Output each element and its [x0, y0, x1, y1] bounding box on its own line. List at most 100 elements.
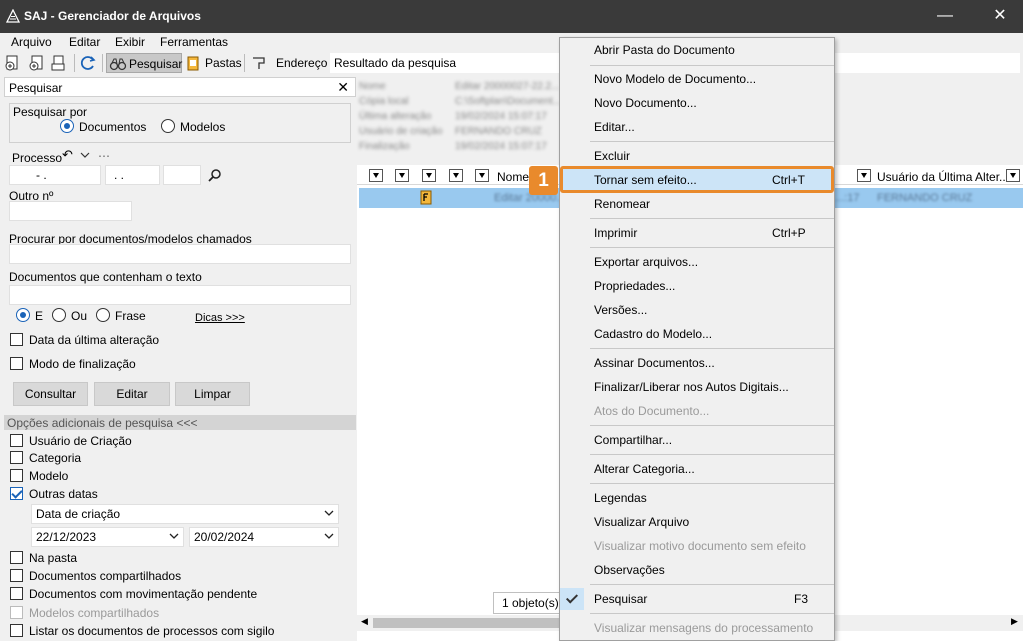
last-change-checkbox[interactable] [10, 333, 23, 346]
prop-value: FERNANDO CRUZ [455, 126, 542, 137]
usuario-criacao-checkbox[interactable] [10, 434, 23, 447]
radio-modelos[interactable] [161, 119, 175, 133]
menu-item-cadastro-modelo[interactable]: Cadastro do Modelo... [560, 323, 834, 345]
categoria-checkbox[interactable] [10, 451, 23, 464]
column-filter-dropdown[interactable] [369, 169, 383, 182]
folders-button[interactable]: Pastas [185, 53, 242, 73]
prop-value: C:\Softplan\Document... [455, 96, 562, 107]
menu-item-abrir-pasta[interactable]: Abrir Pasta do Documento [560, 39, 834, 61]
new-model-icon[interactable] [27, 54, 45, 72]
print-icon[interactable] [50, 54, 68, 72]
prop-label: Finalização [359, 141, 410, 152]
mov-pendente-checkbox[interactable] [10, 587, 23, 600]
sigilo-checkbox[interactable] [10, 624, 23, 637]
new-doc-icon[interactable] [4, 54, 22, 72]
column-header-last-user[interactable]: Usuário da Última Alter... [877, 170, 1009, 184]
outras-datas-checkbox[interactable] [10, 487, 23, 500]
menu-item-imprimir[interactable]: Imprimir Ctrl+P [560, 222, 834, 244]
additional-options-header[interactable]: Opções adicionais de pesquisa <<< [4, 415, 356, 430]
radio-ou[interactable] [52, 308, 66, 322]
radio-documentos[interactable] [60, 119, 74, 133]
menu-item-label: Legendas [594, 491, 647, 505]
other-number-field[interactable] [9, 201, 132, 221]
search-icon[interactable] [208, 168, 222, 182]
consultar-button[interactable]: Consultar [13, 382, 88, 406]
date-to-picker[interactable]: 20/02/2024 [189, 527, 339, 547]
menu-item-label: Visualizar motivo documento sem efeito [594, 539, 806, 553]
callout-number-badge: 1 [529, 166, 558, 195]
menu-item-finalizar[interactable]: Finalizar/Liberar nos Autos Digitais... [560, 376, 834, 398]
menu-item-legendas[interactable]: Legendas [560, 487, 834, 509]
refresh-icon[interactable] [79, 54, 97, 72]
menu-item-label: Renomear [594, 197, 651, 211]
process-field-1[interactable]: - . [9, 165, 101, 185]
menu-item-mensagens: Visualizar mensagens do processamento [560, 617, 834, 639]
menu-item-atos: Atos do Documento... [560, 400, 834, 422]
column-filter-dropdown[interactable] [475, 169, 489, 182]
menu-item-exportar[interactable]: Exportar arquivos... [560, 251, 834, 273]
scroll-left-icon[interactable]: ◀ [361, 616, 368, 627]
column-filter-dropdown[interactable] [857, 169, 871, 182]
date-from-picker[interactable]: 22/12/2023 [31, 527, 184, 547]
search-named-field[interactable] [9, 244, 351, 264]
process-field-2[interactable]: . . [105, 165, 160, 185]
menu-item-alterar-categoria[interactable]: Alterar Categoria... [560, 458, 834, 480]
radio-e[interactable] [16, 308, 30, 322]
menu-item-label: Assinar Documentos... [594, 356, 715, 370]
limpar-button[interactable]: Limpar [175, 382, 250, 406]
compartilhados-checkbox[interactable] [10, 569, 23, 582]
menu-item-editar[interactable]: Editar... [560, 116, 834, 138]
scroll-right-icon[interactable]: ▶ [1011, 616, 1018, 627]
chevron-down-icon[interactable] [80, 151, 90, 159]
address-label: Endereço [276, 56, 328, 70]
radio-frase[interactable] [96, 308, 110, 322]
menu-item-observacoes[interactable]: Observações [560, 559, 834, 581]
menu-item-excluir[interactable]: Excluir [560, 145, 834, 167]
toolbar-separator [74, 54, 75, 72]
menu-separator [590, 141, 834, 142]
undo-icon[interactable]: ↶ [62, 147, 73, 163]
close-button[interactable]: ✕ [977, 0, 1023, 33]
date-type-select[interactable]: Data de criação [31, 504, 339, 524]
radio-frase-label: Frase [115, 309, 146, 323]
contains-text-field[interactable] [9, 285, 351, 305]
menu-item-novo-modelo[interactable]: Novo Modelo de Documento... [560, 68, 834, 90]
menu-item-compartilhar[interactable]: Compartilhar... [560, 429, 834, 451]
na-pasta-checkbox[interactable] [10, 551, 23, 564]
mov-pendente-label: Documentos com movimentação pendente [29, 587, 258, 601]
menu-item-renomear[interactable]: Renomear [560, 193, 834, 215]
pin-icon[interactable] [250, 54, 268, 72]
menu-item-propriedades[interactable]: Propriedades... [560, 275, 834, 297]
menu-arquivo[interactable]: Arquivo [11, 35, 52, 49]
process-field-3[interactable] [163, 165, 201, 185]
prop-value: 19/02/2024 15:07:17 [455, 111, 547, 122]
menu-ferramentas[interactable]: Ferramentas [160, 35, 228, 49]
finalization-checkbox[interactable] [10, 357, 23, 370]
menu-item-visualizar-arquivo[interactable]: Visualizar Arquivo [560, 511, 834, 533]
binoculars-icon [109, 58, 127, 71]
editar-button[interactable]: Editar [94, 382, 170, 406]
menu-item-assinar[interactable]: Assinar Documentos... [560, 352, 834, 374]
menu-item-label: Atos do Documento... [594, 404, 710, 418]
modelo-checkbox[interactable] [10, 469, 23, 482]
more-icon[interactable]: ⋯ [98, 149, 110, 163]
menu-item-versoes[interactable]: Versões... [560, 299, 834, 321]
menu-editar[interactable]: Editar [69, 35, 100, 49]
menu-item-label: Abrir Pasta do Documento [594, 43, 735, 57]
menu-exibir[interactable]: Exibir [115, 35, 145, 49]
minimize-button[interactable]: — [922, 0, 968, 33]
column-filter-dropdown[interactable] [395, 169, 409, 182]
close-panel-icon[interactable]: ✕ [337, 79, 349, 96]
search-by-group: Pesquisar por Documentos Modelos [9, 103, 351, 143]
search-button[interactable]: Pesquisar [106, 53, 182, 73]
column-filter-dropdown[interactable] [1006, 169, 1020, 182]
menu-item-novo-documento[interactable]: Novo Documento... [560, 92, 834, 114]
chevron-down-icon [324, 533, 334, 539]
scroll-thumb[interactable] [373, 618, 573, 628]
menu-item-pesquisar[interactable]: Pesquisar F3 [560, 588, 834, 610]
tips-link[interactable]: Dicas >>> [195, 312, 245, 324]
column-header-nome[interactable]: Nome [497, 170, 529, 184]
prop-value: 19/02/2024 15:07:17 [455, 141, 547, 152]
column-filter-dropdown[interactable] [449, 169, 463, 182]
column-filter-dropdown[interactable] [422, 169, 436, 182]
